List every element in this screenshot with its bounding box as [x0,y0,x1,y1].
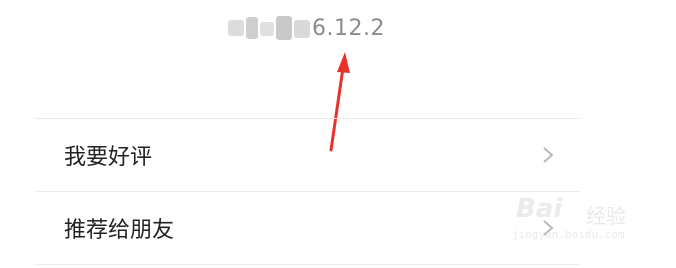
watermark-logo: Bai [516,194,563,224]
recommend-to-friends-label: 推荐给朋友 [64,218,175,243]
rate-app-label: 我要好评 [64,145,153,170]
watermark-subtitle: 经验 [586,204,626,228]
settings-list: 我要好评 推荐给朋友 [34,118,580,265]
rate-app-item[interactable]: 我要好评 [34,119,580,191]
watermark-url: jingyan.baidu.com [512,228,625,241]
recommend-to-friends-item[interactable]: 推荐给朋友 [34,192,580,264]
chevron-right-icon [542,146,554,164]
baidu-jingyan-watermark: Bai 经验 jingyan.baidu.com [512,194,636,248]
list-divider [34,264,580,265]
